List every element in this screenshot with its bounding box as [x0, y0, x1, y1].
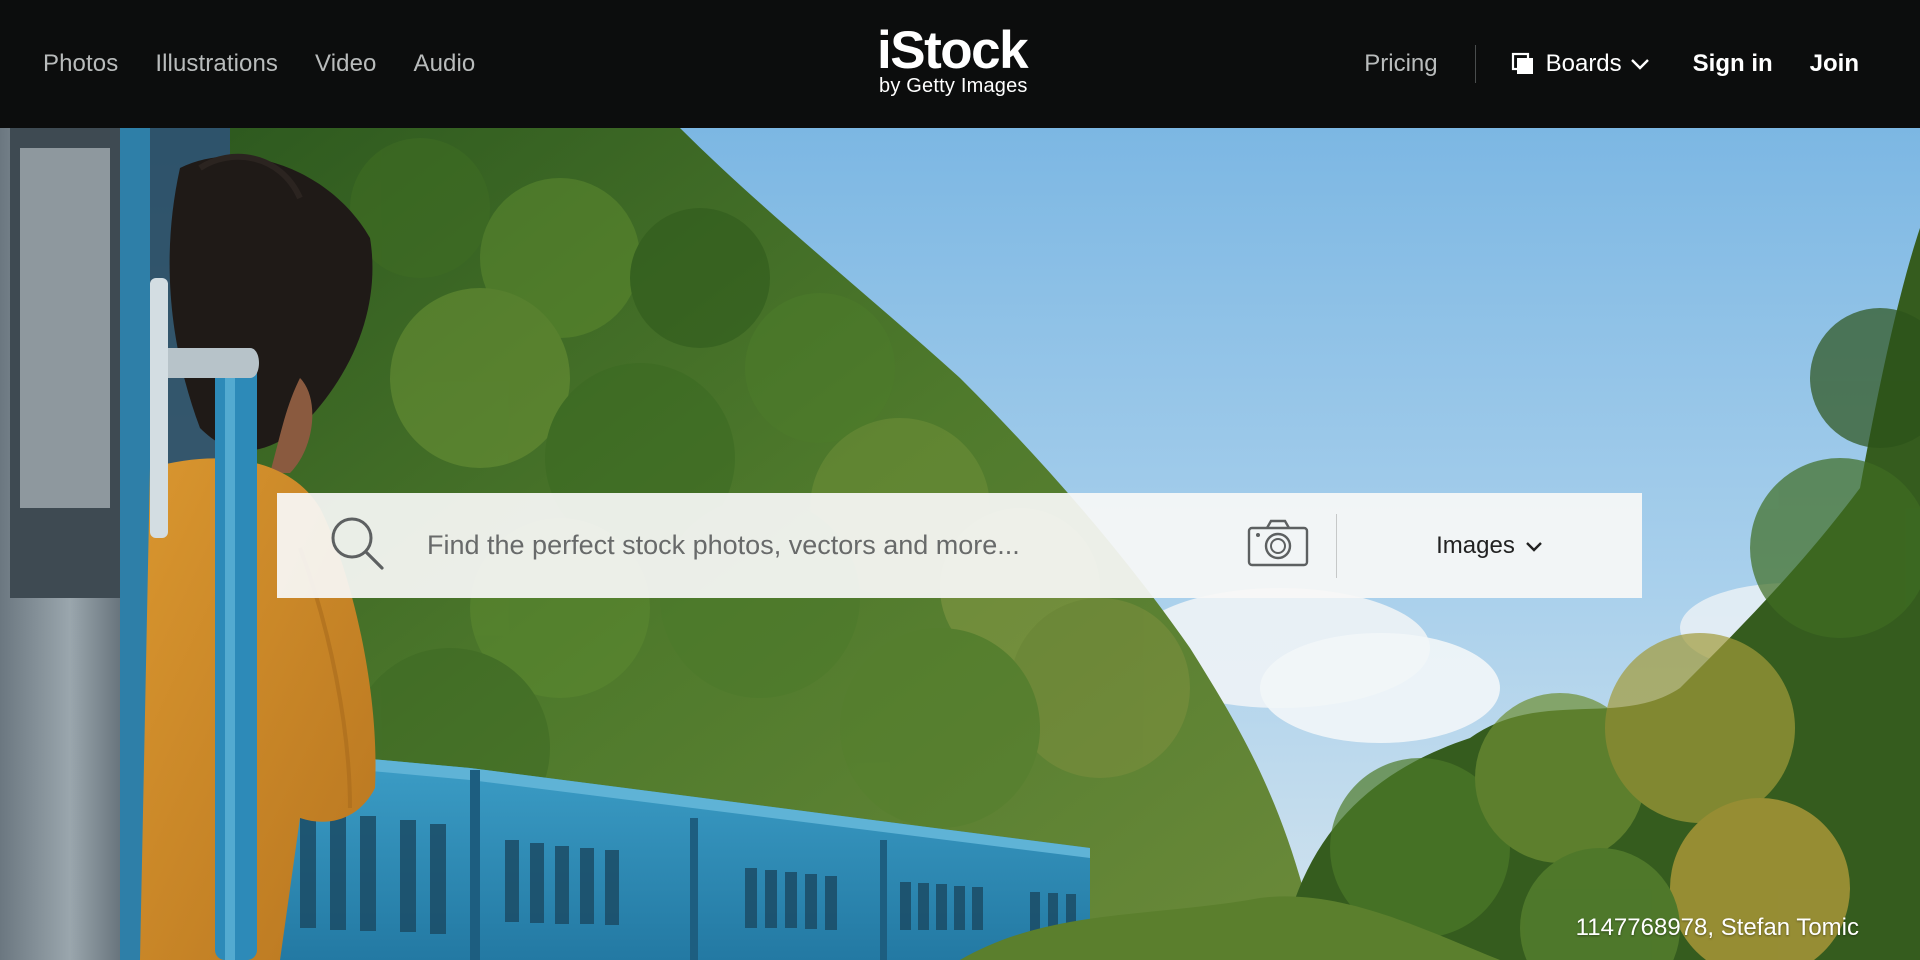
asset-type-dropdown[interactable]: Images: [1337, 493, 1642, 598]
camera-icon: [1247, 519, 1309, 572]
logo-tagline: by Getty Images: [879, 75, 1028, 97]
boards-icon: [1511, 52, 1535, 76]
search-by-image-button[interactable]: [1236, 493, 1320, 598]
media-type-nav: Photos Illustrations Video Audio: [43, 0, 475, 128]
search-icon: [328, 514, 386, 577]
boards-label: Boards: [1545, 50, 1622, 77]
chevron-down-icon: [1525, 532, 1543, 560]
chevron-down-icon: [1630, 50, 1650, 78]
nav-photos-link[interactable]: Photos: [43, 50, 118, 78]
asset-type-label: Images: [1436, 531, 1515, 559]
nav-divider: [1474, 45, 1476, 83]
nav-video-link[interactable]: Video: [315, 50, 376, 78]
boards-menu-button[interactable]: Boards: [1511, 50, 1650, 78]
account-nav: Pricing Boards Sign in Join: [1364, 0, 1859, 128]
image-credit: 1147768978, Stefan Tomic: [1575, 914, 1859, 941]
search-bar: Images: [277, 493, 1642, 598]
nav-illustrations-link[interactable]: Illustrations: [155, 50, 278, 78]
page: Photos Illustrations Video Audio iStock …: [0, 0, 1920, 960]
istock-logo[interactable]: iStock by Getty Images: [877, 24, 1047, 104]
sign-in-link[interactable]: Sign in: [1693, 50, 1773, 78]
join-link[interactable]: Join: [1810, 50, 1859, 78]
search-input[interactable]: [427, 493, 1236, 598]
pricing-link[interactable]: Pricing: [1364, 50, 1437, 78]
nav-audio-link[interactable]: Audio: [413, 50, 475, 78]
search-button[interactable]: [277, 493, 427, 598]
logo-wordmark: iStock: [877, 21, 1029, 80]
top-navigation-bar: Photos Illustrations Video Audio iStock …: [0, 0, 1920, 128]
